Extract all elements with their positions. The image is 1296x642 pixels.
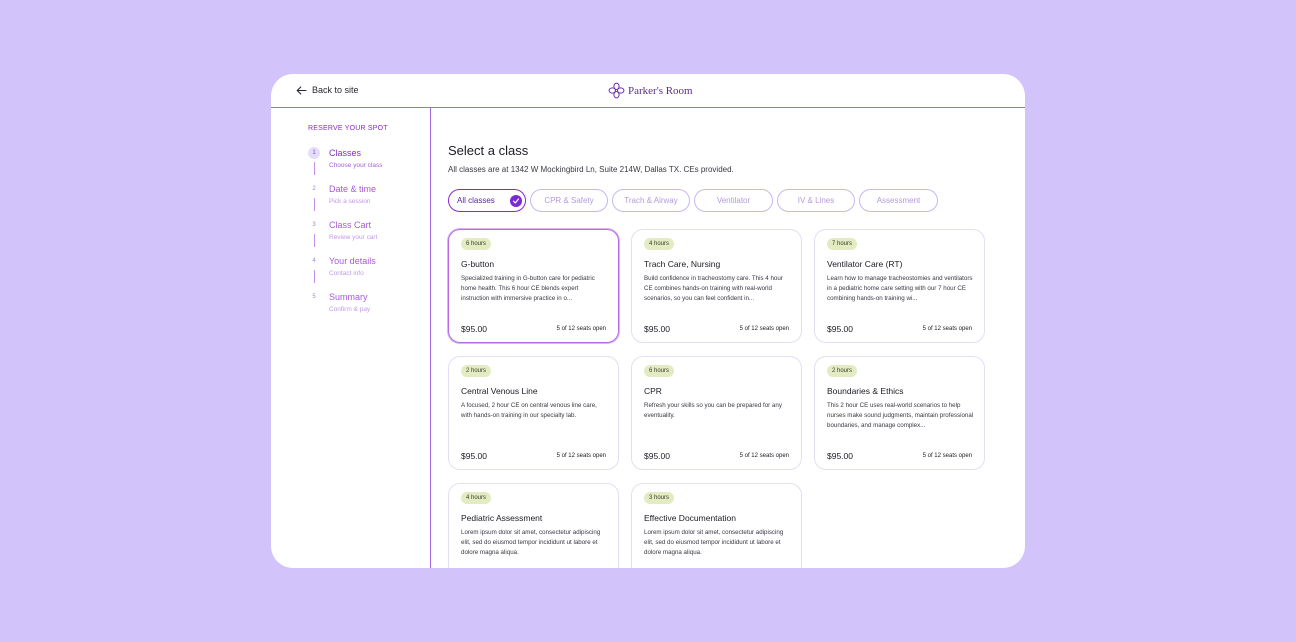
class-description: Refresh your skills so you can be prepar… bbox=[644, 402, 782, 419]
seats-open: 5 of 12 seats open bbox=[739, 453, 789, 459]
back-to-site-link[interactable]: Back to site bbox=[296, 85, 359, 95]
duration-badge: 2 hours bbox=[461, 365, 492, 377]
steps-sidebar: RESERVE YOUR SPOT 1 Classes Choose your … bbox=[271, 108, 431, 568]
class-description: A focused, 2 hour CE on central venous l… bbox=[461, 402, 597, 419]
class-card-effective-documentation[interactable]: 3 hours Effective Documentation Lorem ip… bbox=[631, 483, 802, 568]
class-description: Lorem ipsum dolor sit amet, consectetur … bbox=[461, 529, 601, 556]
page-subtitle: All classes are at 1342 W Mockingbird Ln… bbox=[448, 165, 734, 174]
class-description: Lorem ipsum dolor sit amet, consectetur … bbox=[644, 529, 784, 556]
class-price: $95.00 bbox=[461, 324, 487, 334]
step-connector bbox=[314, 162, 315, 175]
back-label: Back to site bbox=[312, 85, 359, 95]
filter-ventilator[interactable]: Ventilator bbox=[694, 189, 773, 212]
filter-trach-airway[interactable]: Trach & Airway bbox=[612, 189, 690, 212]
main-content: Select a class All classes are at 1342 W… bbox=[432, 108, 1025, 568]
step-subtitle: Choose your class bbox=[329, 162, 383, 169]
duration-badge: 4 hours bbox=[461, 492, 492, 504]
step-title: Class Cart bbox=[329, 220, 372, 230]
duration-badge: 7 hours bbox=[827, 238, 858, 250]
filter-all-classes[interactable]: All classes bbox=[448, 189, 526, 212]
class-description: Build confidence in tracheostomy care. T… bbox=[644, 275, 783, 302]
filter-assessment[interactable]: Assessment bbox=[859, 189, 938, 212]
class-description: Specialized training in G-button care fo… bbox=[461, 275, 595, 302]
class-title: Central Venous Line bbox=[461, 386, 538, 396]
class-card-central-venous-line[interactable]: 2 hours Central Venous Line A focused, 2… bbox=[448, 356, 619, 470]
seats-open: 5 of 12 seats open bbox=[922, 453, 972, 459]
seats-open: 5 of 12 seats open bbox=[922, 326, 972, 332]
duration-badge: 3 hours bbox=[644, 492, 675, 504]
sidebar-title: RESERVE YOUR SPOT bbox=[308, 125, 388, 132]
class-card-ventilator-care[interactable]: 7 hours Ventilator Care (RT) Learn how t… bbox=[814, 229, 985, 343]
class-title: Trach Care, Nursing bbox=[644, 259, 721, 269]
step-number: 3 bbox=[312, 222, 316, 228]
step-your-details[interactable]: 4 Your details Contact info bbox=[308, 255, 428, 285]
filter-label: All classes bbox=[457, 196, 495, 205]
top-bar: Back to site Parker's Room bbox=[271, 74, 1025, 108]
step-summary[interactable]: 5 Summary Confirm & pay bbox=[308, 291, 428, 321]
duration-badge: 2 hours bbox=[827, 365, 858, 377]
arrow-left-icon bbox=[296, 85, 307, 95]
class-price: $95.00 bbox=[644, 451, 670, 461]
booking-window: Back to site Parker's Room RESERVE YOUR … bbox=[271, 74, 1025, 568]
step-number: 1 bbox=[308, 147, 320, 159]
class-price: $95.00 bbox=[461, 451, 487, 461]
class-card-trach-care[interactable]: 4 hours Trach Care, Nursing Build confid… bbox=[631, 229, 802, 343]
duration-badge: 6 hours bbox=[461, 238, 492, 250]
class-price: $95.00 bbox=[644, 324, 670, 334]
class-price: $95.00 bbox=[827, 324, 853, 334]
duration-badge: 4 hours bbox=[644, 238, 675, 250]
class-title: CPR bbox=[644, 386, 662, 396]
brand-logo[interactable]: Parker's Room bbox=[608, 82, 693, 99]
step-connector bbox=[314, 198, 315, 211]
seats-open: 5 of 12 seats open bbox=[556, 453, 606, 459]
flower-logo-icon bbox=[608, 82, 625, 99]
step-number: 5 bbox=[312, 294, 316, 300]
class-price: $95.00 bbox=[827, 451, 853, 461]
brand-name: Parker's Room bbox=[628, 84, 693, 97]
class-title: Boundaries & Ethics bbox=[827, 386, 904, 396]
class-card-g-button[interactable]: 6 hours G-button Specialized training in… bbox=[448, 229, 619, 343]
class-card-boundaries-ethics[interactable]: 2 hours Boundaries & Ethics This 2 hour … bbox=[814, 356, 985, 470]
class-description: This 2 hour CE uses real-world scenarios… bbox=[827, 402, 974, 429]
class-title: Pediatric Assessment bbox=[461, 513, 543, 523]
step-subtitle: Review your cart bbox=[329, 234, 378, 241]
class-description: Learn how to manage tracheostomies and v… bbox=[827, 275, 973, 302]
step-date-time[interactable]: 2 Date & time Pick a session bbox=[308, 183, 428, 213]
step-title: Your details bbox=[329, 256, 376, 266]
duration-badge: 6 hours bbox=[644, 365, 675, 377]
filter-cpr-safety[interactable]: CPR & Safety bbox=[530, 189, 608, 212]
class-title: Effective Documentation bbox=[644, 513, 736, 523]
class-card-pediatric-assessment[interactable]: 4 hours Pediatric Assessment Lorem ipsum… bbox=[448, 483, 619, 568]
step-number: 2 bbox=[312, 186, 316, 192]
step-subtitle: Pick a session bbox=[329, 198, 371, 205]
step-subtitle: Contact info bbox=[329, 270, 364, 277]
step-connector bbox=[314, 270, 315, 283]
step-title: Summary bbox=[329, 292, 368, 302]
step-subtitle: Confirm & pay bbox=[329, 306, 371, 313]
class-title: Ventilator Care (RT) bbox=[827, 259, 903, 269]
step-title: Classes bbox=[329, 148, 362, 158]
filter-chips: All classes CPR & Safety Trach & Airway … bbox=[448, 189, 942, 212]
step-classes[interactable]: 1 Classes Choose your class bbox=[308, 147, 428, 177]
checkmark-icon bbox=[510, 195, 522, 207]
class-card-cpr[interactable]: 6 hours CPR Refresh your skills so you c… bbox=[631, 356, 802, 470]
step-number: 4 bbox=[312, 258, 316, 264]
filter-iv-lines[interactable]: IV & Lines bbox=[777, 189, 855, 212]
class-title: G-button bbox=[461, 259, 495, 269]
step-title: Date & time bbox=[329, 184, 377, 194]
seats-open: 5 of 12 seats open bbox=[739, 326, 789, 332]
step-class-cart[interactable]: 3 Class Cart Review your cart bbox=[308, 219, 428, 249]
page-title: Select a class bbox=[448, 143, 529, 158]
step-connector bbox=[314, 234, 315, 247]
seats-open: 5 of 12 seats open bbox=[556, 326, 606, 332]
